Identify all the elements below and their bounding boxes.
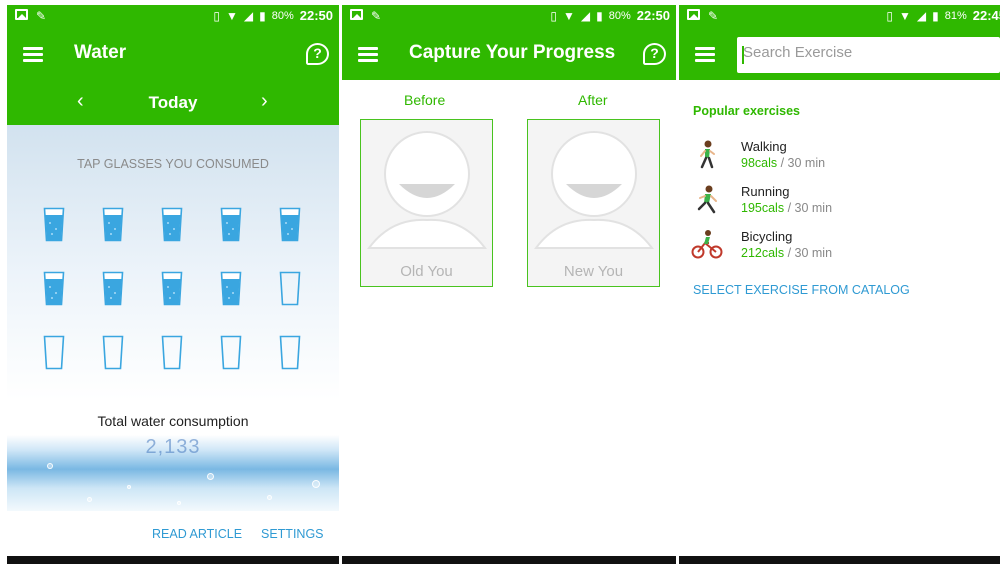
glass-grid: [43, 207, 307, 370]
signal-icon: ◢: [916, 8, 927, 23]
exercise-calories: 212cals / 30 min: [741, 246, 833, 260]
exercise-calories: 98cals / 30 min: [741, 156, 826, 170]
menu-icon[interactable]: [23, 47, 43, 62]
wifi-icon: ▼: [225, 8, 238, 23]
battery-percent: 81%: [944, 9, 967, 22]
menu-icon[interactable]: [695, 47, 715, 62]
glass-full-icon[interactable]: [161, 271, 183, 306]
water-screen: ✎ ▯ ▼ ◢ ▮ 80% 22:50 Water ? ‹ Today › TA…: [7, 0, 339, 564]
glass-empty-icon[interactable]: [279, 271, 301, 306]
exercise-name: Bicycling: [741, 229, 793, 244]
exercise-item-running[interactable]: Running 195cals / 30 min: [691, 184, 971, 224]
exercise-calories: 195cals / 30 min: [741, 201, 833, 215]
search-box: [737, 37, 1000, 73]
glass-full-icon[interactable]: [220, 271, 242, 306]
vibrate-icon: ▯: [550, 8, 557, 23]
avatar-placeholder-icon: [534, 131, 654, 249]
battery-percent: 80%: [271, 9, 294, 22]
vibrate-icon: ▯: [213, 8, 220, 23]
exercise-item-bicycling[interactable]: Bicycling 212cals / 30 min: [691, 229, 971, 269]
glass-full-icon[interactable]: [279, 207, 301, 242]
glass-empty-icon[interactable]: [43, 335, 65, 370]
exercise-screen: ✎ ▯ ▼ ◢ ▮ 81% 22:45 Popular exercises Wa…: [679, 0, 1000, 564]
signal-icon: ◢: [580, 8, 591, 23]
status-bar: ✎ ▯ ▼ ◢ ▮ 80% 22:50: [342, 5, 676, 27]
exercise-name: Running: [741, 184, 790, 199]
image-notification-icon: [350, 9, 363, 20]
nav-bar: [342, 556, 676, 564]
battery-icon: ▮: [259, 8, 266, 23]
wifi-icon: ▼: [562, 8, 575, 23]
glass-empty-icon[interactable]: [102, 335, 124, 370]
avatar-placeholder-icon: [367, 131, 487, 249]
glass-empty-icon[interactable]: [161, 335, 183, 370]
after-photo-slot[interactable]: New You: [527, 119, 660, 287]
progress-screen: ✎ ▯ ▼ ◢ ▮ 80% 22:50 Capture Your Progres…: [342, 0, 676, 564]
chevron-right-icon[interactable]: ›: [261, 90, 268, 113]
settings-link[interactable]: SETTINGS: [261, 527, 324, 541]
app-bar: Water ?: [7, 27, 339, 80]
glass-full-icon[interactable]: [102, 271, 124, 306]
exercise-name: Walking: [741, 139, 787, 154]
menu-icon[interactable]: [358, 47, 378, 62]
image-notification-icon: [15, 9, 28, 20]
image-notification-icon: [687, 9, 700, 20]
glasses-area: TAP GLASSES YOU CONSUMED: [7, 125, 339, 400]
total-water-label: Total water consumption: [97, 413, 249, 429]
date-navigator: ‹ Today ›: [7, 80, 339, 125]
popular-exercises-heading: Popular exercises: [693, 104, 801, 118]
glass-empty-icon[interactable]: [220, 335, 242, 370]
nav-bar: [7, 556, 339, 564]
new-you-caption: New You: [563, 263, 624, 280]
before-label: Before: [404, 92, 446, 108]
walking-icon: [700, 140, 715, 169]
glass-full-icon[interactable]: [102, 207, 124, 242]
glass-full-icon[interactable]: [161, 207, 183, 242]
before-photo-slot[interactable]: Old You: [360, 119, 493, 287]
broom-notification-icon: ✎: [371, 9, 382, 23]
old-you-caption: Old You: [400, 263, 453, 280]
glass-full-icon[interactable]: [220, 207, 242, 242]
after-label: After: [578, 92, 608, 108]
vibrate-icon: ▯: [886, 8, 893, 23]
date-label: Today: [148, 93, 198, 112]
page-title: Water: [74, 42, 127, 63]
glass-full-icon[interactable]: [43, 271, 65, 306]
select-from-catalog-link[interactable]: SELECT EXERCISE FROM CATALOG: [693, 283, 910, 297]
status-time: 22:50: [636, 8, 670, 23]
broom-notification-icon: ✎: [708, 9, 719, 23]
help-icon[interactable]: ?: [306, 43, 329, 65]
help-icon[interactable]: ?: [643, 43, 666, 65]
nav-bar: [679, 556, 1000, 564]
app-bar: Capture Your Progress ?: [342, 27, 676, 80]
wifi-icon: ▼: [898, 8, 911, 23]
bicycling-icon: [691, 230, 723, 259]
status-bar: ✎ ▯ ▼ ◢ ▮ 80% 22:50: [7, 5, 339, 27]
glass-empty-icon[interactable]: [279, 335, 301, 370]
signal-icon: ◢: [243, 8, 254, 23]
read-article-link[interactable]: READ ARTICLE: [152, 527, 242, 541]
status-time: 22:50: [299, 8, 333, 23]
running-icon: [697, 185, 717, 214]
battery-icon: ▮: [596, 8, 603, 23]
status-bar: ✎ ▯ ▼ ◢ ▮ 81% 22:45: [679, 5, 1000, 27]
battery-icon: ▮: [932, 8, 939, 23]
exercise-item-walking[interactable]: Walking 98cals / 30 min: [691, 139, 971, 179]
glass-full-icon[interactable]: [43, 207, 65, 242]
search-input[interactable]: [743, 44, 993, 61]
battery-percent: 80%: [608, 9, 631, 22]
status-time: 22:45: [972, 8, 1000, 23]
broom-notification-icon: ✎: [36, 9, 47, 23]
tap-glasses-label: TAP GLASSES YOU CONSUMED: [77, 157, 269, 171]
page-title: Capture Your Progress: [409, 42, 616, 63]
total-water-value: 2,133: [145, 436, 201, 458]
